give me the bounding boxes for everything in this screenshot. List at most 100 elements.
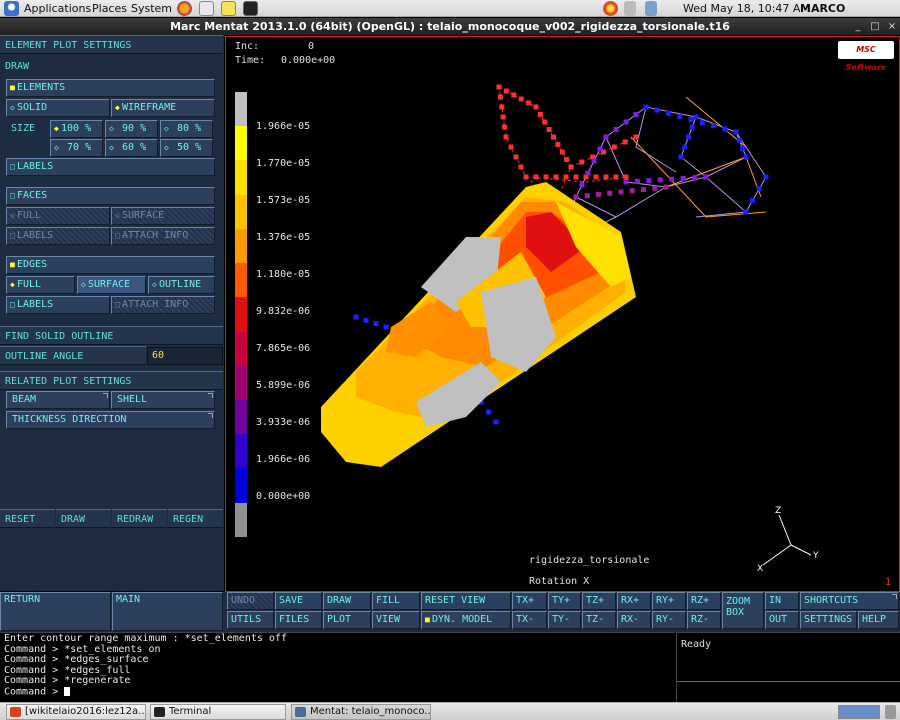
edges-toggle[interactable]: ■ EDGES — [6, 256, 215, 274]
tz-plus-button[interactable]: TZ+ — [582, 592, 616, 610]
left-menu-panel: ELEMENT PLOT SETTINGS DRAW ■ ELEMENTS ◇ SO… — [0, 35, 224, 591]
command-console[interactable]: Enter contour range maximum : *set_eleme… — [0, 632, 675, 702]
network-icon[interactable] — [645, 1, 657, 16]
node-marker — [508, 144, 514, 150]
rx-minus-button[interactable]: RX- — [617, 611, 651, 629]
node-marker — [564, 157, 570, 162]
clock[interactable]: Wed May 18, 10:47 AM — [683, 1, 810, 16]
rz-minus-button[interactable]: RZ- — [687, 611, 721, 629]
settings-button[interactable]: SETTINGS — [800, 611, 857, 629]
node-marker — [542, 119, 548, 125]
ty-minus-button[interactable]: TY- — [548, 611, 581, 629]
menu-system[interactable]: System — [131, 1, 172, 16]
workspace-switcher[interactable] — [838, 705, 880, 719]
tz-minus-button[interactable]: TZ- — [582, 611, 616, 629]
task-terminal[interactable]: Terminal — [150, 704, 286, 720]
reset-view-button[interactable]: RESET VIEW — [421, 592, 511, 610]
dyn-model-toggle[interactable]: ■ DYN. MODEL — [421, 611, 511, 629]
return-button[interactable]: RETURN — [0, 592, 111, 631]
top-panel: Applications Places System Wed May 18, 1… — [0, 0, 900, 30]
node-marker — [593, 174, 599, 180]
graphics-viewport[interactable]: Inc: 0 Time: 0.000e+00 MSC Software 1.96… — [225, 36, 900, 592]
solid-radio[interactable]: ◇ SOLID — [6, 99, 110, 117]
menu-places[interactable]: Places — [92, 1, 127, 16]
edges-labels-toggle[interactable]: □ LABELS — [6, 296, 110, 314]
bottom-control-bar: RETURN MAIN UNDO UTILS SAVE FILES DRAW P… — [0, 592, 900, 632]
edges-full-radio[interactable]: ◆ FULL — [6, 276, 75, 294]
utils-button[interactable]: UTILS — [227, 611, 274, 629]
fill-button[interactable]: FILL — [372, 592, 420, 610]
size-80-radio[interactable]: ◇ 80 % — [160, 120, 213, 138]
firefox-icon[interactable] — [177, 1, 192, 16]
command-input-line[interactable]: Command > — [4, 687, 671, 698]
volume-icon[interactable] — [624, 1, 636, 16]
zoom-out-button[interactable]: OUT — [765, 611, 799, 629]
size-50-radio[interactable]: ◇ 50 % — [160, 139, 213, 157]
node-marker — [689, 124, 695, 130]
shortcuts-button[interactable]: SHORTCUTS — [800, 592, 899, 610]
rx-plus-button[interactable]: RX+ — [617, 592, 651, 610]
shell-button[interactable]: SHELL — [111, 391, 215, 409]
axis-triad-icon — [762, 514, 812, 566]
zoom-in-button[interactable]: IN — [765, 592, 799, 610]
element-plot-settings-header: ELEMENT PLOT SETTINGS — [0, 35, 223, 54]
faces-toggle[interactable]: □ FACES — [6, 187, 215, 205]
elements-toggle[interactable]: ■ ELEMENTS — [6, 79, 215, 97]
tx-plus-button[interactable]: TX+ — [512, 592, 547, 610]
zoom-box-button[interactable]: ZOOM BOX — [722, 592, 764, 629]
edges-outline-radio[interactable]: ◇ OUTLINE — [148, 276, 215, 294]
fem-model-render[interactable]: Z Y X — [226, 37, 899, 591]
size-60-radio[interactable]: ◇ 60 % — [105, 139, 158, 157]
gnome-foot-icon[interactable] — [4, 1, 19, 16]
task-wiki[interactable]: [wikitelaio2016:lez12a... — [6, 704, 146, 720]
terminal-icon[interactable] — [243, 1, 258, 16]
main-button[interactable]: MAIN — [112, 592, 223, 631]
redraw-button[interactable]: REDRAW — [112, 509, 167, 528]
update-icon[interactable] — [603, 1, 618, 16]
node-marker — [383, 324, 389, 330]
node-marker — [499, 104, 505, 110]
help-button[interactable]: HELP — [858, 611, 899, 629]
size-70-radio[interactable]: ◇ 70 % — [50, 139, 103, 157]
node-marker — [585, 170, 591, 176]
minimize-button[interactable]: _ — [850, 18, 866, 35]
task-mentat[interactable]: Mentat: telaio_monoco... — [291, 704, 431, 720]
notes-icon[interactable] — [221, 1, 236, 16]
files-button[interactable]: FILES — [275, 611, 322, 629]
size-90-radio[interactable]: ◇ 90 % — [105, 120, 158, 138]
status-box: Ready — [676, 632, 900, 702]
size-100-radio[interactable]: ◆ 100 % — [50, 120, 103, 138]
reset-button[interactable]: RESET — [0, 509, 55, 528]
mail-icon[interactable] — [199, 1, 214, 16]
node-marker — [518, 164, 524, 170]
node-marker — [511, 92, 517, 98]
draw-button[interactable]: DRAW — [323, 592, 371, 610]
regen-button[interactable]: REGEN — [168, 509, 223, 528]
maximize-button[interactable]: □ — [867, 18, 883, 35]
node-marker — [591, 158, 597, 164]
save-button[interactable]: SAVE — [275, 592, 322, 610]
wireframe-radio[interactable]: ◆ WIREFRAME — [111, 99, 215, 117]
menu-applications[interactable]: Applications — [24, 1, 91, 16]
beam-button[interactable]: BEAM — [6, 391, 110, 409]
thickness-direction-button[interactable]: THICKNESS DIRECTION — [6, 411, 215, 429]
faces-attach-info-toggle: □ ATTACH INFO — [111, 227, 215, 245]
find-solid-outline-button[interactable]: FIND SOLID OUTLINE — [0, 326, 223, 345]
outline-angle-field[interactable]: 60 — [147, 347, 223, 365]
node-marker — [513, 154, 519, 160]
tx-minus-button[interactable]: TX- — [512, 611, 547, 629]
ty-plus-button[interactable]: TY+ — [548, 592, 581, 610]
view-button[interactable]: VIEW — [372, 611, 420, 629]
close-button[interactable]: × — [884, 18, 900, 35]
ry-minus-button[interactable]: RY- — [652, 611, 686, 629]
ry-plus-button[interactable]: RY+ — [652, 592, 686, 610]
trash-icon[interactable] — [885, 705, 896, 719]
edges-surface-radio[interactable]: ◇ SURFACE — [77, 276, 146, 294]
plot-button[interactable]: PLOT — [323, 611, 371, 629]
window-title: Marc Mentat 2013.1.0 (64bit) (OpenGL) : … — [170, 20, 730, 33]
draw-button[interactable]: DRAW — [56, 509, 111, 528]
node-marker — [652, 185, 658, 191]
rz-plus-button[interactable]: RZ+ — [687, 592, 721, 610]
element-labels-toggle[interactable]: □ LABELS — [6, 158, 215, 176]
faces-full-radio: ◇ FULL — [6, 207, 110, 225]
